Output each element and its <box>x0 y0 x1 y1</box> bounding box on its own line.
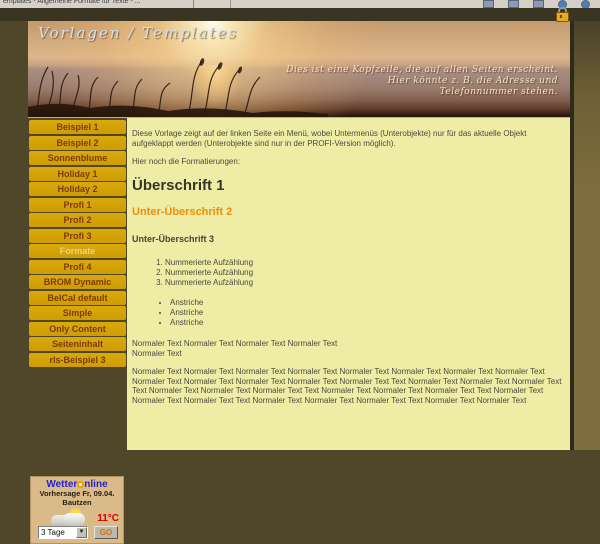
sidebar-item-holiday-1[interactable]: Holiday 1 <box>29 167 126 181</box>
site-title: Vorlagen / Templates <box>38 24 238 42</box>
sidebar-item-only-content[interactable]: Only Content <box>29 322 126 336</box>
heading-1: Überschrift 1 <box>132 181 562 191</box>
main-area: Beispiel 1 Beispiel 2Sonnenblume Holiday 1… <box>28 118 572 450</box>
bullet-list: AnstricheAnstricheAnstriche <box>132 298 562 328</box>
sidebar-item-seiteninhalt[interactable]: Seiteninhalt <box>29 337 126 351</box>
bullet-list-item: Anstriche <box>170 298 562 308</box>
sidebar-item-profi-1[interactable]: Profi 1 <box>29 198 126 212</box>
content-area: Diese Vorlage zeigt auf der linken Seite… <box>127 118 572 450</box>
page-container: Vorlagen / Templates Dies ist eine Kopfz… <box>28 21 572 450</box>
normal-text-short: Normaler Text Normaler Text Normaler Tex… <box>132 339 562 358</box>
beach-grass-silhouette <box>28 55 328 117</box>
forecast-range-select[interactable]: 3 Tage ▼ <box>38 526 88 539</box>
header-banner: Vorlagen / Templates Dies ist eine Kopfz… <box>28 21 572 118</box>
browser-tab-edge <box>194 0 231 8</box>
numbered-list-item: Nummerierte Aufzählung <box>165 278 562 288</box>
browser-toolbar-icons <box>483 0 590 8</box>
temperature-value: 11°C <box>97 513 119 524</box>
normal-text-long: Normaler Text Normaler Text Normaler Tex… <box>132 367 562 405</box>
browser-tab[interactable]: emplates - Allgemeine Formate für Texte … <box>0 0 194 8</box>
forecast-label: Vorhersage Fr, 09.04. <box>31 490 123 499</box>
numbered-list-item: Nummerierte Aufzählung <box>165 268 562 278</box>
bullet-list-item: Anstriche <box>170 318 562 328</box>
tagline-line-3: Telefonnummer stehen. <box>286 87 558 98</box>
browser-tab-title: emplates - Allgemeine Formate für Texte … <box>3 0 141 5</box>
sidebar: Beispiel 1 Beispiel 2Sonnenblume Holiday 1… <box>28 118 127 450</box>
weather-go-button[interactable]: GO <box>94 526 118 539</box>
intro-paragraph: Diese Vorlage zeigt auf der linken Seite… <box>132 129 562 148</box>
numbered-list: Nummerierte AufzählungNummerierte Aufzäh… <box>132 258 562 288</box>
browser-icon-3[interactable] <box>533 0 544 8</box>
sidebar-item-beispiel-2[interactable]: Beispiel 2 <box>29 136 126 150</box>
forecast-range-value: 3 Tage <box>41 528 65 537</box>
browser-icon-2[interactable] <box>508 0 519 8</box>
numbered-list-item: Nummerierte Aufzählung <box>165 258 562 268</box>
page-top-bar <box>0 8 600 21</box>
heading-2: Unter-Überschrift 2 <box>132 208 562 218</box>
sidebar-item-simple[interactable]: Simple <box>29 306 126 320</box>
dropdown-arrow-icon[interactable]: ▼ <box>76 527 87 538</box>
sidebar-item-formate[interactable]: Formate <box>29 244 126 258</box>
page-right-margin <box>574 21 600 450</box>
wetteronline-o-icon <box>77 481 84 488</box>
weather-controls: 3 Tage ▼ GO <box>31 526 125 540</box>
sidebar-item-profi-3[interactable]: Profi 3 <box>29 229 126 243</box>
screenshot-root: { "browser": { "tab_title": "emplates - … <box>0 0 600 450</box>
sidebar-item-profi-4[interactable]: Profi 4 <box>29 260 126 274</box>
intro-paragraph-2: Hier noch die Formatierungen: <box>132 157 562 167</box>
forecast-city: Bautzen <box>31 499 123 508</box>
sidebar-item-rls-beispiel-3[interactable]: rls-Beispiel 3 <box>29 353 126 367</box>
bullet-list-item: Anstriche <box>170 308 562 318</box>
tagline-line-1: Dies ist eine Kopfzeile, die auf allen S… <box>286 65 558 76</box>
sidebar-item-sonnenblume[interactable]: Sonnenblume <box>29 151 126 165</box>
heading-3: Unter-Überschrift 3 <box>132 235 562 245</box>
sidebar-item-beispiel-1[interactable]: Beispiel 1 <box>29 120 126 134</box>
sidebar-item-belcal-default[interactable]: BelCal default <box>29 291 126 305</box>
header-tagline: Dies ist eine Kopfzeile, die auf allen S… <box>286 65 558 98</box>
lock-icon <box>556 7 567 21</box>
sidebar-item-brom-dynamic[interactable]: BROM Dynamic <box>29 275 126 289</box>
tagline-line-2: Hier könnte z. B. die Adresse und <box>286 76 558 87</box>
sidebar-menu: Beispiel 1 Beispiel 2Sonnenblume Holiday 1… <box>28 118 127 367</box>
sidebar-item-holiday-2[interactable]: Holiday 2 <box>29 182 126 196</box>
sidebar-item-profi-2[interactable]: Profi 2 <box>29 213 126 227</box>
browser-icon-1[interactable] <box>483 0 494 8</box>
wetteronline-logo[interactable]: Wetternline <box>31 479 123 490</box>
weather-widget: Wetternline Vorhersage Fr, 09.04. Bautze… <box>30 476 124 544</box>
